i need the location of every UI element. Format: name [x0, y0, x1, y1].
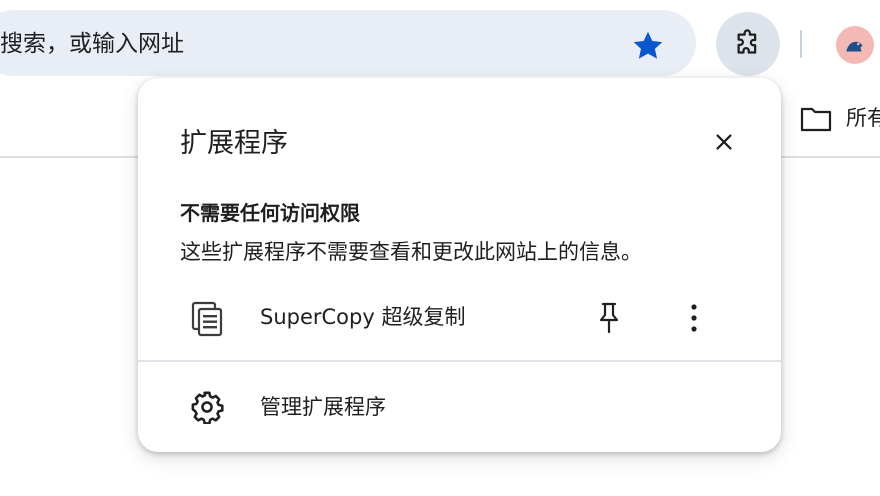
browser-toolbar: 搜索，或输入网址 — [0, 0, 880, 88]
toolbar-divider — [800, 30, 802, 58]
popup-divider — [138, 360, 781, 362]
gear-icon — [191, 391, 224, 424]
access-section-heading: 不需要任何访问权限 — [180, 201, 360, 225]
extensions-button[interactable] — [716, 12, 780, 76]
more-options-icon[interactable] — [678, 298, 710, 338]
omnibox-placeholder[interactable]: 搜索，或输入网址 — [0, 0, 184, 88]
bookmark-folder-label[interactable]: 所有 — [846, 100, 880, 136]
puzzle-icon — [737, 29, 757, 54]
popup-title: 扩展程序 — [180, 128, 288, 159]
extension-name[interactable]: SuperCopy 超级复制 — [260, 301, 465, 333]
folder-icon[interactable] — [800, 106, 832, 132]
avatar-icon — [846, 41, 863, 52]
close-button[interactable] — [708, 126, 740, 158]
extensions-popup: 扩展程序 不需要任何访问权限 这些扩展程序不需要查看和更改此网站上的信息。 Su… — [138, 78, 781, 452]
manage-extensions-row[interactable]: 管理扩展程序 — [138, 378, 781, 438]
supercopy-icon — [191, 301, 223, 337]
pin-icon[interactable] — [593, 300, 625, 336]
extension-row[interactable]: SuperCopy 超级复制 — [138, 288, 781, 348]
profile-avatar[interactable] — [836, 26, 874, 64]
manage-extensions-label[interactable]: 管理扩展程序 — [260, 390, 386, 424]
close-icon — [716, 134, 732, 150]
access-section-description: 这些扩展程序不需要查看和更改此网站上的信息。 — [180, 240, 642, 264]
bookmark-star-icon[interactable] — [630, 28, 666, 64]
